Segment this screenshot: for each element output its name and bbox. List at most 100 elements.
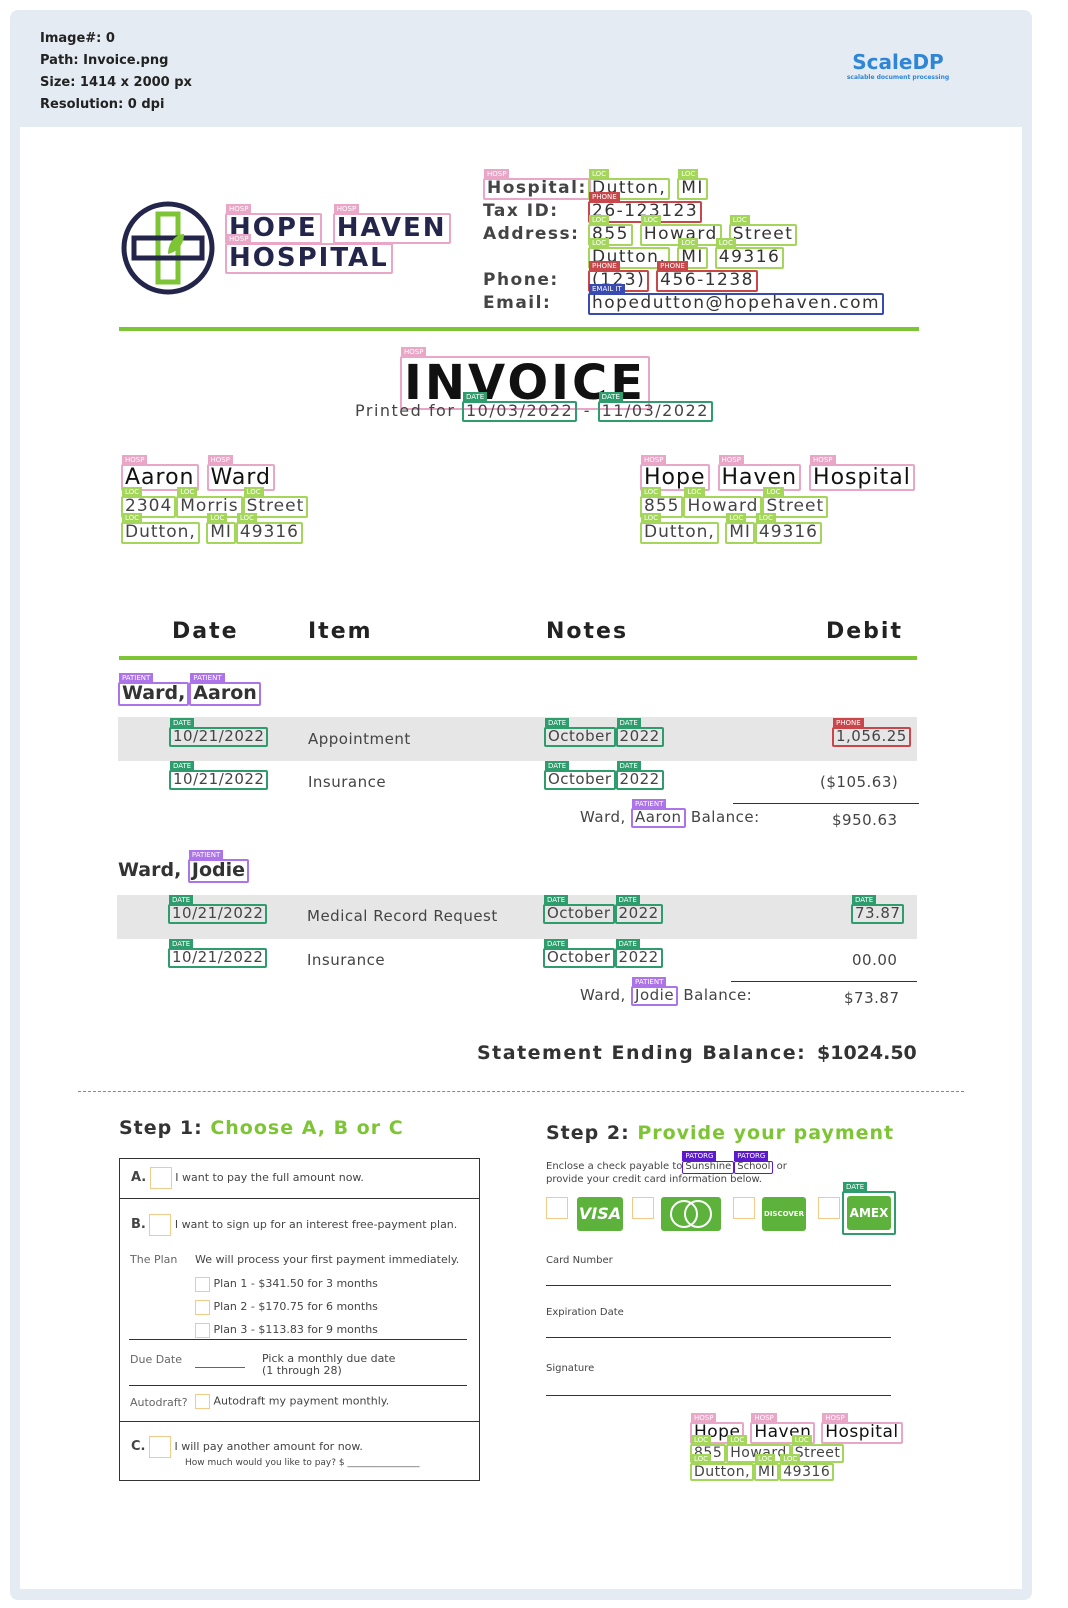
entity-tag-label: LOC (640, 215, 661, 225)
autodraft-checkbox[interactable] (195, 1394, 210, 1409)
image-resolution: Resolution: 0 dpi (40, 97, 165, 112)
balance-value: $73.87 (844, 989, 900, 1007)
row-item: Insurance (307, 951, 386, 969)
entity-tag-label: DATE (852, 895, 877, 905)
entity-highlight: DATE 10/21/2022 (168, 895, 268, 924)
document-page: HOSP HOPE HOSP HAVEN HOSP HOSPITAL HOSP Hosp… (20, 127, 1022, 1589)
option-b: B. I want to sign up for an interest fre… (131, 1214, 457, 1236)
entity-highlight: LOC MI (725, 513, 755, 544)
row-date: DATE 10/21/2022 (169, 718, 269, 747)
entity-highlight: DATE 73.87 (851, 895, 905, 924)
entity-tag-label: LOC (177, 487, 198, 497)
entity-highlight: PATORG Sunshine (682, 1151, 735, 1174)
entity-highlight: PHONE 456-1238 (656, 261, 758, 292)
entity-tag-label: LOC (729, 215, 750, 225)
entity-highlight: LOC 49316 (754, 513, 822, 544)
plan-list: Plan 1 - $341.50 for 3 months Plan 2 - $… (195, 1272, 378, 1341)
entity-tag-label: LOC (755, 1453, 776, 1464)
hospital-cross-icon (121, 201, 215, 295)
entity-highlight: DATE 2022 (615, 761, 664, 790)
entity-tag-label: PATORG (734, 1151, 769, 1161)
balance-label: Ward, PATIENT Jodie Balance: (580, 977, 753, 1006)
entity-highlight: LOC Dutton, (690, 1453, 755, 1482)
entity-tag-label: PATIENT (119, 673, 154, 683)
plan-2-checkbox[interactable] (195, 1299, 210, 1315)
entity-tag-label: HOSP (810, 455, 836, 465)
entity-tag-label: HOSP (822, 1413, 848, 1423)
hospital-state: MI (681, 178, 704, 198)
entity-highlight: PATIENT Jodie (187, 850, 250, 883)
entity-tag-label: PATIENT (632, 799, 667, 809)
entity-tag-label: DATE (169, 895, 194, 905)
option-c-checkbox[interactable] (148, 1436, 171, 1458)
entity-highlight: DATE 2022 (614, 939, 663, 968)
label-phone: Phone: (483, 270, 559, 290)
row-notes: DATE October DATE 2022 (544, 718, 664, 747)
plan-1-checkbox[interactable] (195, 1276, 210, 1292)
header-debit: Debit (826, 619, 903, 644)
entity-tag-label: LOC (691, 1434, 712, 1445)
entity-tag-label: LOC (678, 169, 699, 179)
entity-tag-label: DATE (545, 718, 570, 728)
expiration-label: Expiration Date (546, 1307, 624, 1318)
row-notes: DATE October DATE 2022 (544, 761, 664, 790)
logo-word-haven: HAVEN (336, 213, 447, 243)
row-notes: DATE October DATE 2022 (543, 939, 663, 968)
entity-highlight: DATE AMEX (842, 1182, 896, 1235)
logo-line-2: HOSP HOSPITAL (225, 234, 393, 275)
row-notes: DATE October DATE 2022 (543, 895, 663, 924)
entity-tag-label: DATE (169, 939, 194, 949)
amex-checkbox[interactable] (818, 1197, 840, 1219)
option-c-amount[interactable]: How much would you like to pay? $ ______… (185, 1458, 420, 1468)
entity-tag-label: LOC (641, 513, 662, 523)
entity-tag-label: LOC (641, 487, 662, 497)
mastercard-checkbox[interactable] (632, 1197, 654, 1219)
entity-highlight: HOSP Hospital: (483, 169, 591, 200)
option-b-checkbox[interactable] (149, 1214, 172, 1236)
scaledp-logo: ScaleDP scalable document processing (843, 50, 953, 81)
printed-for-line: Printed for DATE 10/03/2022 - DATE 11/03/2… (355, 392, 713, 422)
autodraft-option: Autodraft my payment monthly. (195, 1394, 389, 1409)
entity-highlight: DATE 2022 (615, 718, 664, 747)
entity-highlight: DATE October (544, 761, 616, 790)
entity-tag-label: LOC (726, 513, 747, 523)
amex-logo: AMEX (847, 1196, 891, 1230)
due-date-label: Due Date (130, 1353, 182, 1366)
row-debit: ($105.63) (820, 773, 899, 791)
plan-3-checkbox[interactable] (195, 1322, 210, 1338)
card-number-field[interactable] (546, 1285, 891, 1286)
entity-tag-label: PHONE (589, 192, 620, 202)
entity-tag-label: LOC (684, 487, 705, 497)
entity-tag-label: HOSP (401, 347, 427, 357)
entity-tag-label: LOC (589, 238, 610, 248)
entity-highlight: PATIENT Aaron (189, 673, 261, 706)
entity-tag-label: LOC (243, 487, 264, 497)
label-address: Address: (483, 224, 580, 244)
row-debit: PHONE 1,056.25 (832, 718, 911, 747)
date-to: 11/03/2022 (601, 401, 709, 420)
due-date-field[interactable] (195, 1367, 245, 1368)
divider (119, 1198, 479, 1199)
hospital-email: hopedutton@hopehaven.com (592, 293, 881, 313)
discover-checkbox[interactable] (733, 1197, 755, 1219)
entity-highlight: LOC MI (677, 169, 708, 200)
row-debit: DATE 73.87 (851, 895, 905, 924)
option-a-checkbox[interactable] (149, 1167, 172, 1189)
entity-tag-label: LOC (236, 513, 257, 523)
entity-tag-label: HOSP (751, 1413, 777, 1423)
signature-field[interactable] (546, 1395, 891, 1396)
entity-highlight: PATIENT Ward, (118, 673, 190, 706)
statement-label: Statement Ending Balance: (477, 1042, 807, 1064)
brand-name: ScaleDP (852, 50, 944, 74)
expiration-field[interactable] (546, 1337, 891, 1338)
row-debit: 00.00 (852, 951, 898, 969)
entity-tag-label: LOC (122, 513, 143, 523)
visa-checkbox[interactable] (546, 1197, 568, 1219)
printed-for-label: Printed for (355, 401, 456, 420)
entity-highlight: DATE 10/21/2022 (169, 718, 269, 747)
entity-highlight: DATE October (544, 718, 616, 747)
image-path: Path: Invoice.png (40, 53, 169, 68)
entity-highlight: DATE October (543, 939, 615, 968)
entity-tag-label: DATE (545, 761, 570, 771)
entity-highlight: LOC 49316 (235, 513, 303, 544)
